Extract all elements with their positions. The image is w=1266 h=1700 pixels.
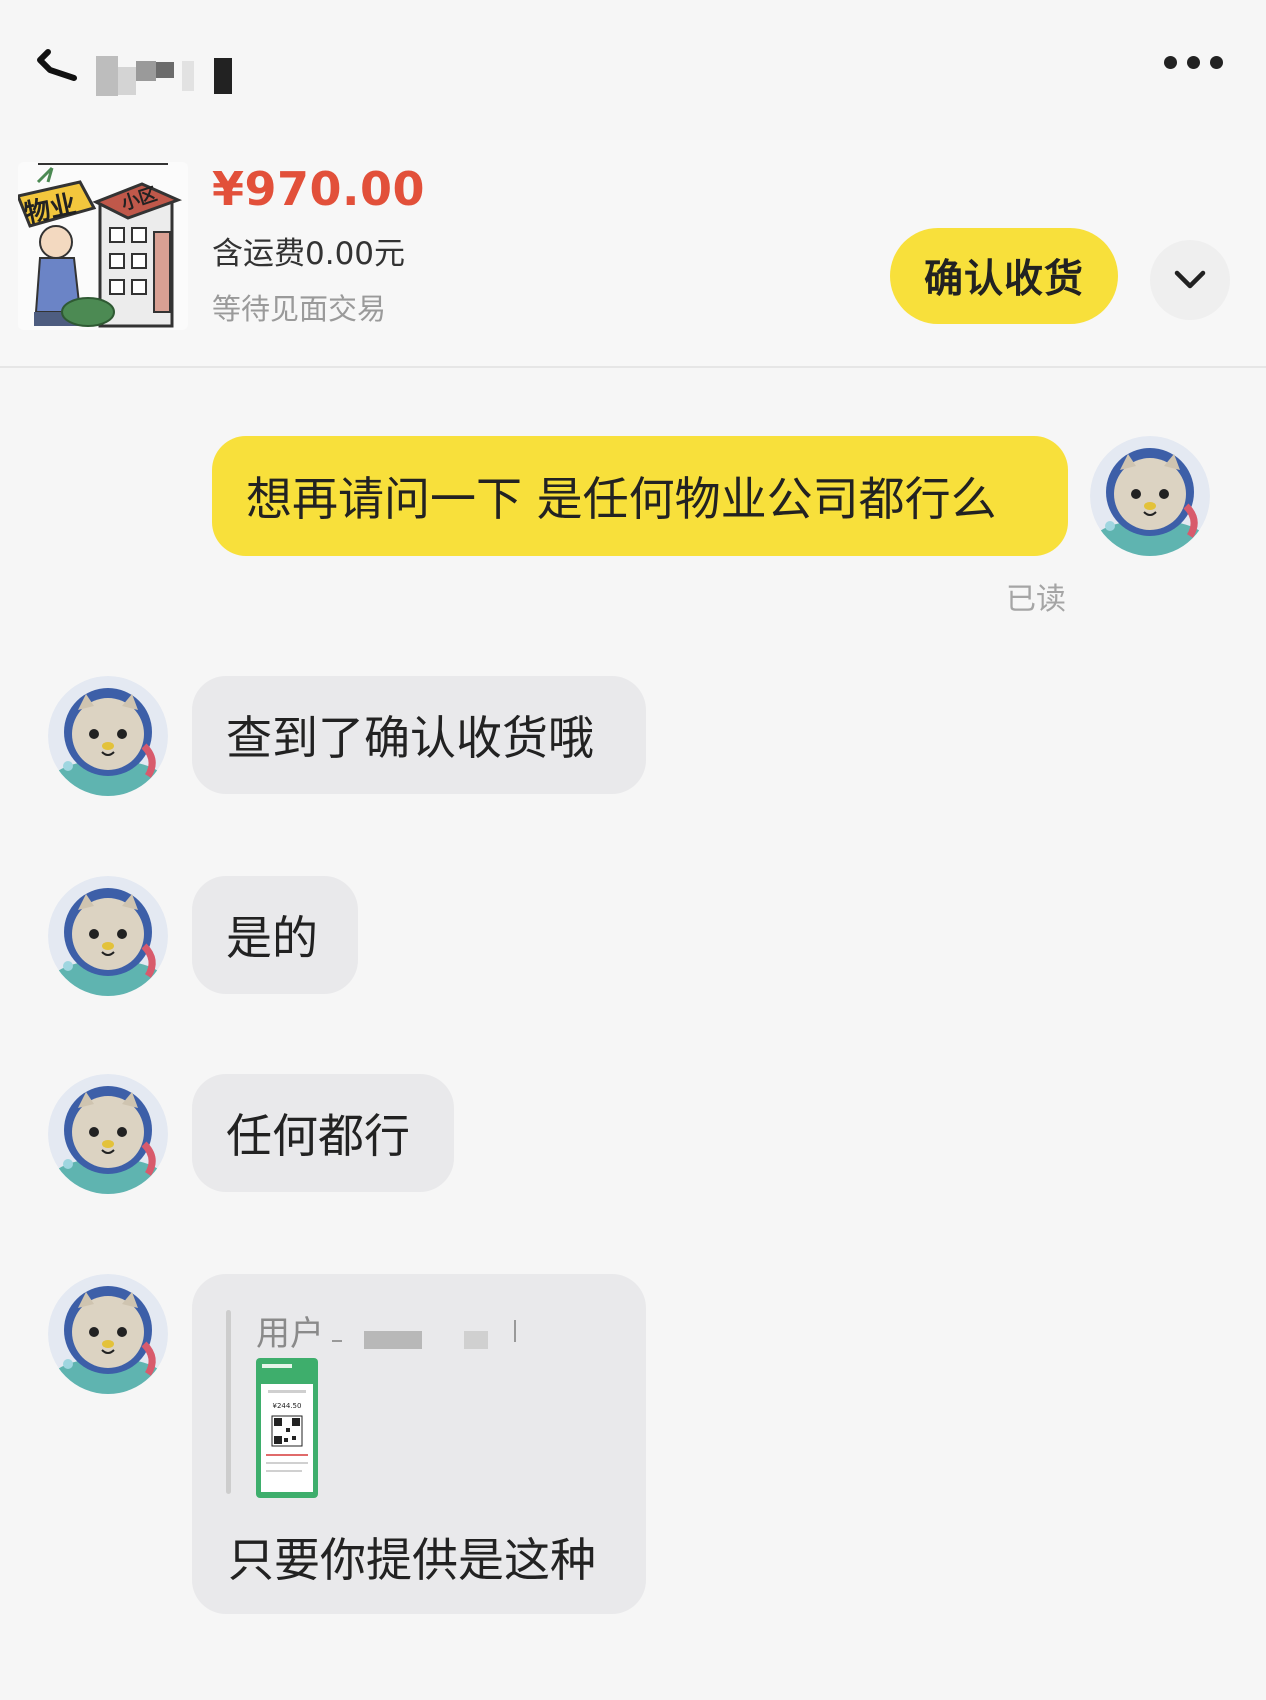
message-text: 查到了确认收货哦 [226, 711, 594, 765]
product-price: ¥970.00 [212, 162, 426, 216]
back-arrow-icon[interactable] [34, 46, 84, 96]
read-receipt: 已读 [1006, 582, 1066, 617]
message-text: 任何都行 [226, 1109, 410, 1163]
my-avatar[interactable] [1090, 436, 1210, 556]
top-bar [0, 0, 1266, 140]
quoted-user-name: 用户 [256, 1306, 516, 1355]
confirm-receipt-button[interactable]: 确认收货 [890, 228, 1118, 324]
product-card[interactable]: 物业 小区 ¥970.00 含运费0.00元 等待见面交易 确认收货 [0, 140, 1266, 368]
quoted-message-bubble[interactable]: 用户 ¥244.50 只要你提供是这种 [192, 1274, 646, 1614]
more-dots-icon[interactable] [1164, 50, 1230, 74]
quoted-thumb-amount: ¥244.50 [273, 1402, 302, 1410]
message-bubble-mine[interactable]: 想再请问一下 是任何物业公司都行么 [212, 436, 1068, 556]
seller-avatar[interactable] [48, 1274, 168, 1394]
shipping-fee: 含运费0.00元 [212, 236, 406, 272]
quoted-screenshot-thumbnail[interactable]: ¥244.50 [256, 1358, 318, 1498]
product-thumbnail[interactable]: 物业 小区 [18, 162, 188, 330]
quote-divider [226, 1310, 231, 1494]
message-text: 只要你提供是这种 [228, 1533, 596, 1587]
trade-status: 等待见面交易 [212, 292, 387, 326]
message-bubble-theirs[interactable]: 查到了确认收货哦 [192, 676, 646, 794]
seller-avatar[interactable] [48, 676, 168, 796]
message-text: 是的 [226, 911, 318, 965]
seller-avatar[interactable] [48, 876, 168, 996]
seller-avatar[interactable] [48, 1074, 168, 1194]
message-text: 想再请问一下 是任何物业公司都行么 [246, 472, 997, 526]
quoted-user-prefix: 用户 [256, 1314, 324, 1354]
message-bubble-theirs[interactable]: 是的 [192, 876, 358, 994]
message-bubble-theirs[interactable]: 任何都行 [192, 1074, 454, 1192]
chat-title-redacted [96, 56, 232, 96]
chevron-down-icon[interactable] [1150, 240, 1230, 320]
